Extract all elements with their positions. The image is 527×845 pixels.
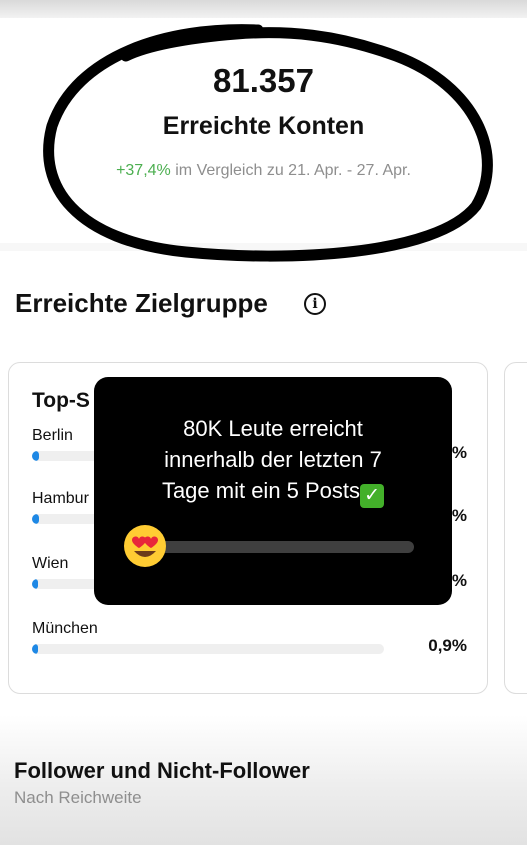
city-name: München [32, 620, 98, 637]
reached-accounts-label: Erreichte Konten [162, 112, 365, 140]
city-bar-track [32, 644, 384, 654]
reached-accounts-value: 81.357 [213, 62, 314, 99]
city-percent: 0,9% [428, 636, 467, 655]
follower-section-title: Follower und Nicht-Follower [14, 758, 310, 783]
check-mark-icon: ✓ [360, 484, 385, 508]
city-bar-fill [32, 579, 38, 589]
emoji-slider-track[interactable] [136, 541, 414, 553]
card-title: Top-S [32, 389, 90, 412]
overlay-message: 80K Leute erreicht innerhalb der letzten… [94, 413, 452, 508]
follower-section-subtitle: Nach Reichweite [14, 788, 142, 807]
comparison-period: im Vergleich zu 21. Apr. - 27. Apr. [175, 162, 411, 179]
comparison-text: +37,4% im Vergleich zu 21. Apr. - 27. Ap… [0, 162, 527, 180]
city-bar-fill [32, 514, 40, 524]
change-percent: +37,4% [116, 162, 171, 179]
city-name: Hambur [32, 490, 89, 507]
heart-eyes-emoji-icon[interactable] [122, 523, 168, 569]
city-percent: % [451, 571, 467, 590]
story-text-overlay: 80K Leute erreicht innerhalb der letzten… [94, 377, 452, 605]
info-icon[interactable]: i [304, 293, 326, 315]
city-bar-fill [32, 451, 40, 461]
city-name: Wien [32, 555, 69, 572]
city-percent: % [451, 443, 467, 462]
city-percent: % [451, 506, 467, 525]
next-card-peek[interactable] [504, 362, 527, 694]
audience-section-title: Erreichte Zielgruppe [15, 288, 268, 318]
city-bar-fill [32, 644, 38, 654]
city-name: Berlin [32, 427, 73, 444]
city-row: München 0,9% [32, 620, 467, 660]
overlay-text: 80K Leute erreicht innerhalb der letzten… [161, 416, 382, 503]
